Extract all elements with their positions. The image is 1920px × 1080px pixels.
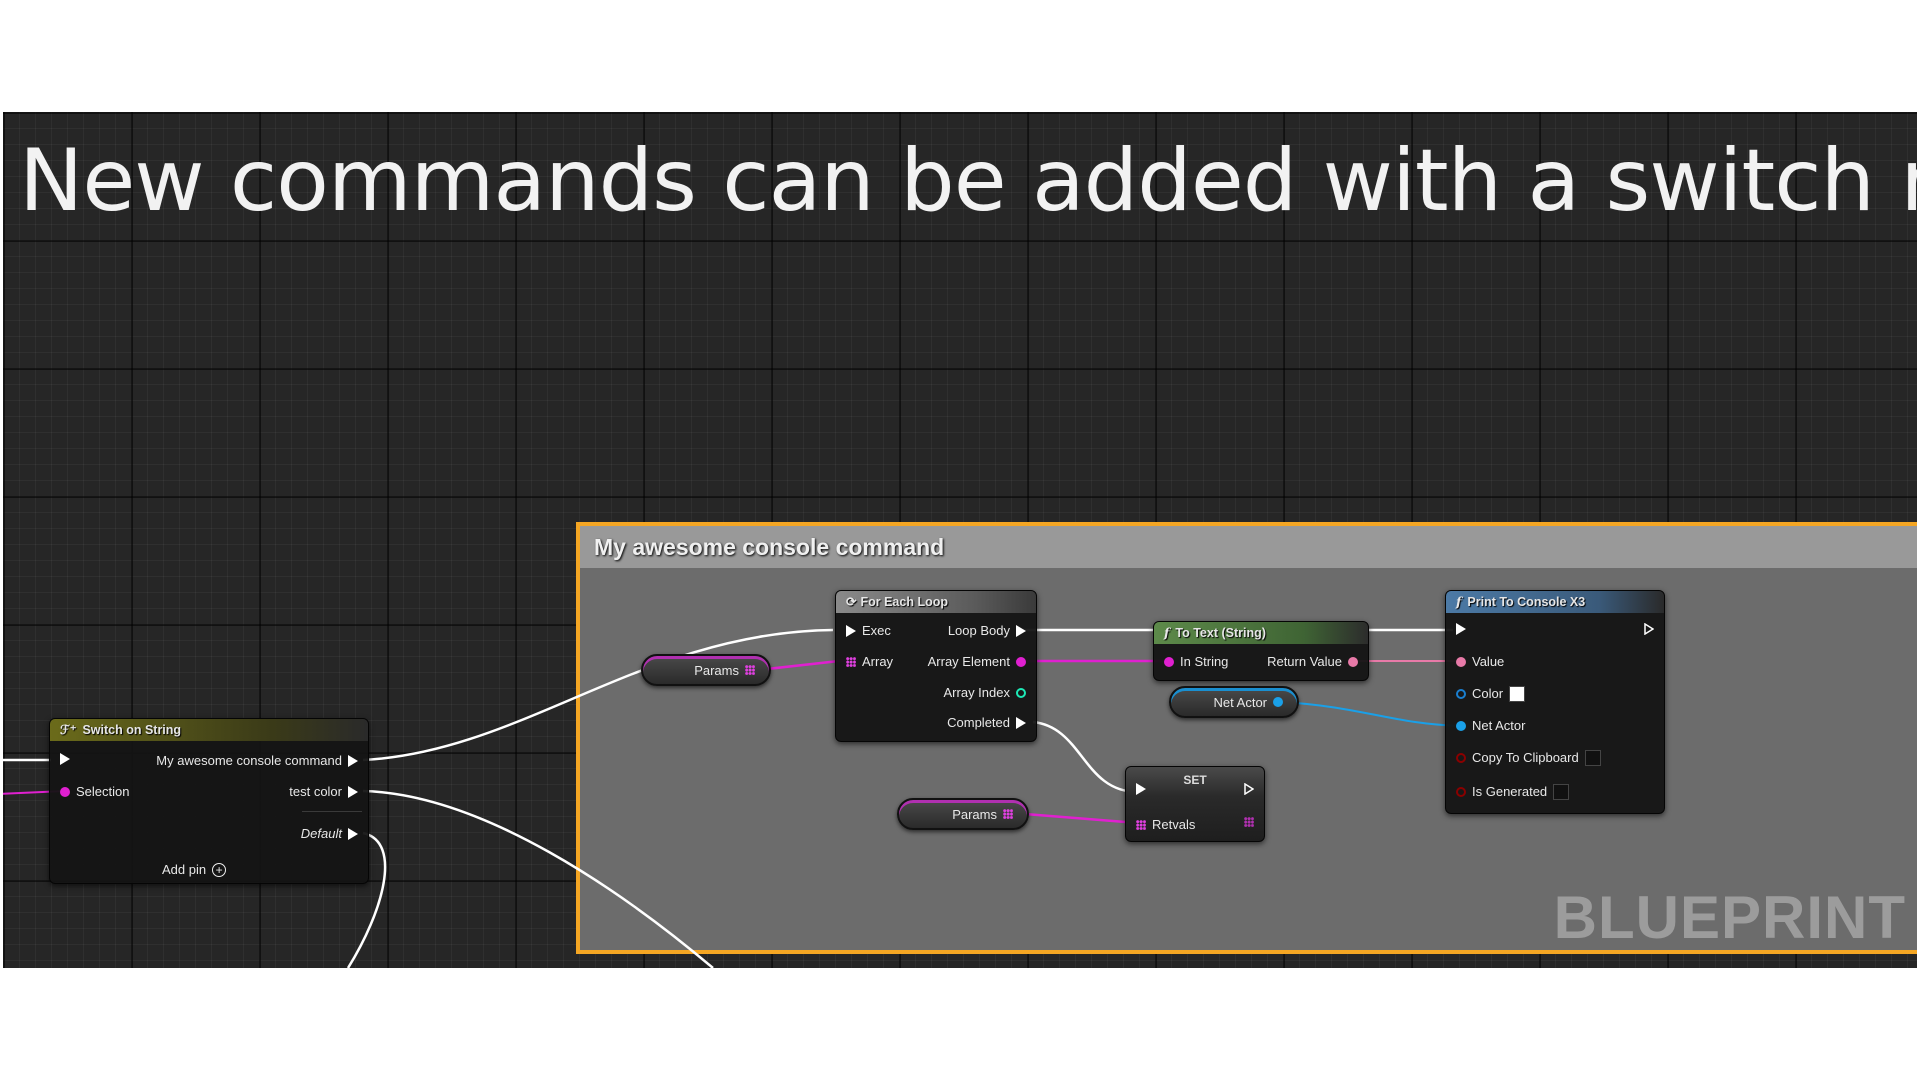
print-exec-out-pin[interactable] [1644,622,1655,636]
array-pin-icon[interactable] [745,665,755,675]
switch-out-default-pin[interactable]: Default [301,826,358,842]
to-text-header[interactable]: f To Text (String) [1154,622,1368,644]
net-actor-getter[interactable]: Net Actor [1169,686,1299,718]
loop-completed-pin[interactable]: Completed [947,715,1026,731]
params-getter-1[interactable]: Params [641,654,771,686]
switch-divider [302,811,362,812]
blueprint-graph[interactable]: New commands can be added with a switch … [3,112,1917,968]
switch-add-pin-button[interactable]: Add pin + [162,862,227,878]
loop-node-header[interactable]: ⟳ For Each Loop [836,591,1036,613]
checkbox[interactable] [1553,784,1570,800]
switch-out-test-color-pin[interactable]: test color [289,784,358,800]
wire-params-to-retvals [1024,812,1139,825]
function-icon: f [1164,625,1170,640]
print-value-pin[interactable]: Value [1456,654,1504,670]
loop-array-element-pin[interactable]: Array Element [928,654,1026,670]
switch-on-string-node[interactable]: ℱ⁺ Switch on String My awesome console co… [49,718,369,884]
exec-outline-icon [1644,622,1655,636]
loop-body-pin[interactable]: Loop Body [948,623,1026,639]
wire-netactor [1282,701,1462,727]
switch-exec-in-pin[interactable] [60,753,70,765]
color-swatch[interactable] [1509,686,1526,702]
print-net-actor-pin[interactable]: Net Actor [1456,718,1525,734]
wire-exec-completed-to-set [1032,720,1139,794]
print-copy-to-clipboard-pin[interactable]: Copy To Clipboard [1456,750,1601,766]
add-circle-icon: + [212,863,227,877]
print-to-console-node[interactable]: f Print To Console X3 Value Color Net Act… [1445,590,1665,814]
loop-array-pin[interactable]: Array [846,654,893,670]
print-exec-in-pin[interactable] [1456,623,1466,635]
array-pin-icon[interactable] [1003,809,1013,819]
set-retvals-out-pin[interactable] [1244,817,1254,827]
exec-outline-icon [1244,782,1255,796]
set-retvals-pin[interactable]: Retvals [1136,817,1195,833]
object-pin-icon[interactable] [1273,697,1283,707]
wire-exec-switch-to-loop [362,628,834,762]
switch-out-console-command-pin[interactable]: My awesome console command [156,753,358,769]
switch-icon: ℱ⁺ [60,723,77,737]
loop-array-index-pin[interactable]: Array Index [944,685,1026,701]
to-text-return-value-pin[interactable]: Return Value [1267,654,1358,670]
set-exec-in-pin[interactable] [1136,783,1146,795]
params-getter-2[interactable]: Params [897,798,1029,830]
loop-icon: ⟳ [846,595,857,609]
to-text-in-string-pin[interactable]: In String [1164,654,1228,670]
for-each-loop-node[interactable]: ⟳ For Each Loop Exec Loop Body Array Arra… [835,590,1037,742]
to-text-node[interactable]: f To Text (String) In String Return Value [1153,621,1369,681]
wire-exec-testcolor [362,789,714,968]
print-is-generated-pin[interactable]: Is Generated [1456,784,1570,800]
print-node-header[interactable]: f Print To Console X3 [1446,591,1664,613]
switch-selection-pin[interactable]: Selection [60,784,129,800]
checkbox[interactable] [1584,750,1601,766]
function-icon: f [1456,594,1462,609]
loop-exec-pin[interactable]: Exec [846,623,891,639]
set-node[interactable]: SET Retvals [1125,766,1265,842]
switch-node-header[interactable]: ℱ⁺ Switch on String [50,719,368,741]
print-color-pin[interactable]: Color [1456,686,1526,702]
set-exec-out-pin[interactable] [1244,782,1255,796]
